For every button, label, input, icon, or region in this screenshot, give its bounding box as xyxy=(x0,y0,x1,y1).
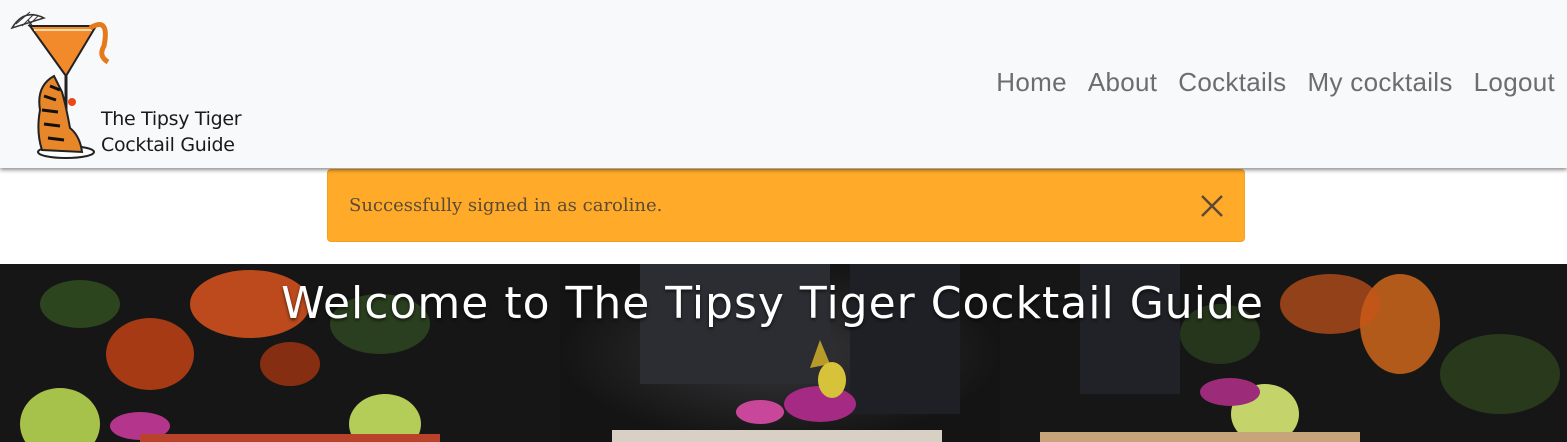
alert-message: Successfully signed in as caroline. xyxy=(349,195,663,216)
brand-line-2: Cocktail Guide xyxy=(101,134,235,156)
success-alert: Successfully signed in as caroline. xyxy=(327,169,1245,242)
close-icon[interactable] xyxy=(1198,192,1226,220)
main-nav: Home About Cocktails My cocktails Logout xyxy=(996,62,1555,102)
nav-logout[interactable]: Logout xyxy=(1474,67,1555,98)
nav-about[interactable]: About xyxy=(1088,67,1157,98)
hero-title: Welcome to The Tipsy Tiger Cocktail Guid… xyxy=(281,278,1264,329)
nav-home[interactable]: Home xyxy=(996,67,1067,98)
navbar: The Tipsy Tiger Cocktail Guide Home Abou… xyxy=(0,0,1567,168)
brand-logo[interactable]: The Tipsy Tiger Cocktail Guide xyxy=(10,6,260,162)
nav-cocktails[interactable]: Cocktails xyxy=(1178,67,1286,98)
brand-line-1: The Tipsy Tiger xyxy=(101,108,242,130)
nav-my-cocktails[interactable]: My cocktails xyxy=(1307,67,1452,98)
brand-name: The Tipsy Tiger Cocktail Guide xyxy=(101,106,242,158)
hero-banner: Welcome to The Tipsy Tiger Cocktail Guid… xyxy=(0,264,1567,442)
